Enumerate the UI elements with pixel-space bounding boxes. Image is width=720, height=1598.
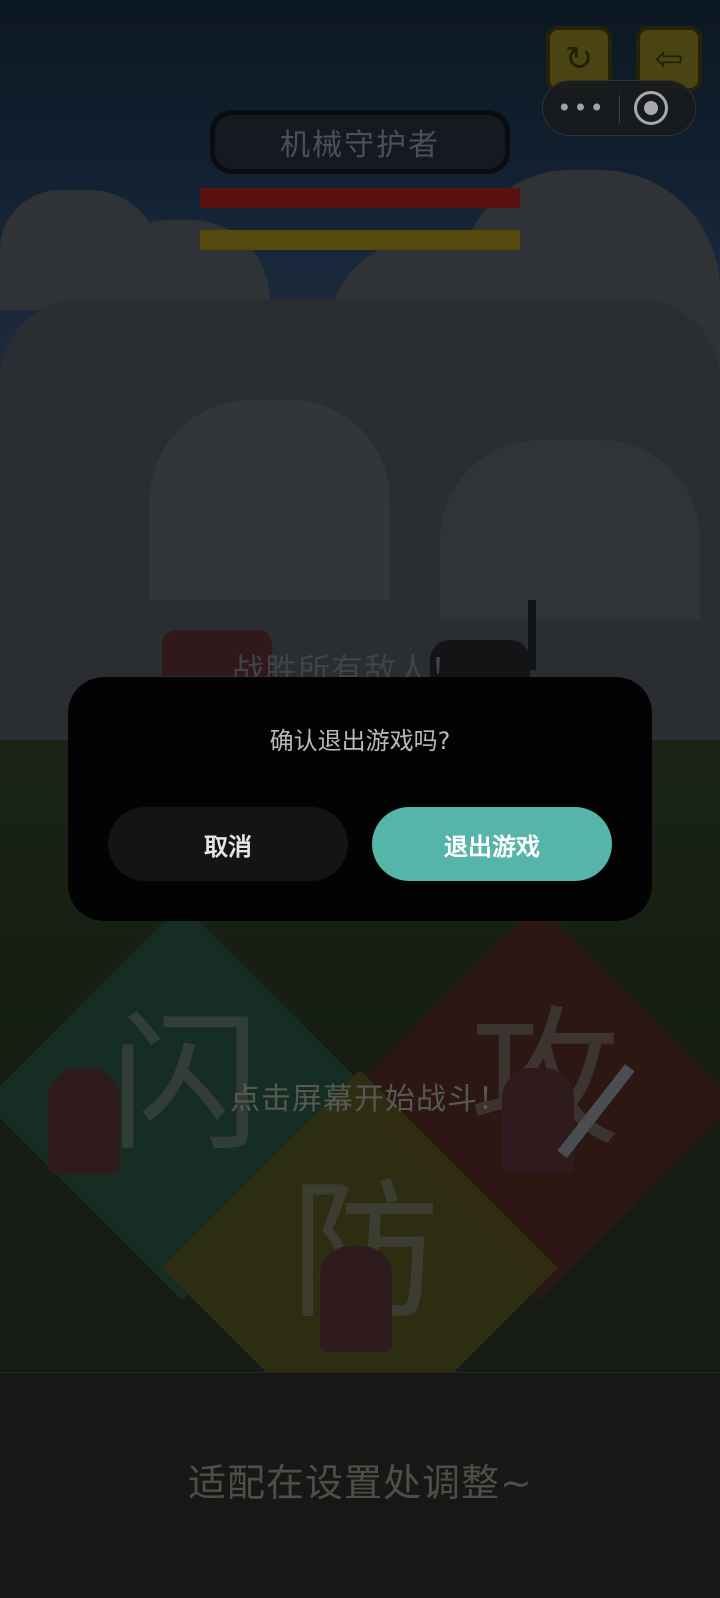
exit-confirm-dialog: 确认退出游戏吗? 取消 退出游戏 [68, 677, 652, 921]
confirm-exit-button[interactable]: 退出游戏 [372, 807, 612, 881]
game-scene[interactable]: 战胜所有敌人！ 闪 攻 防 点击屏幕开始战斗！ 适配在设置处调整~ 机械守护者 … [0, 0, 720, 1598]
cancel-button[interactable]: 取消 [108, 807, 348, 881]
dialog-title: 确认退出游戏吗? [269, 727, 451, 755]
